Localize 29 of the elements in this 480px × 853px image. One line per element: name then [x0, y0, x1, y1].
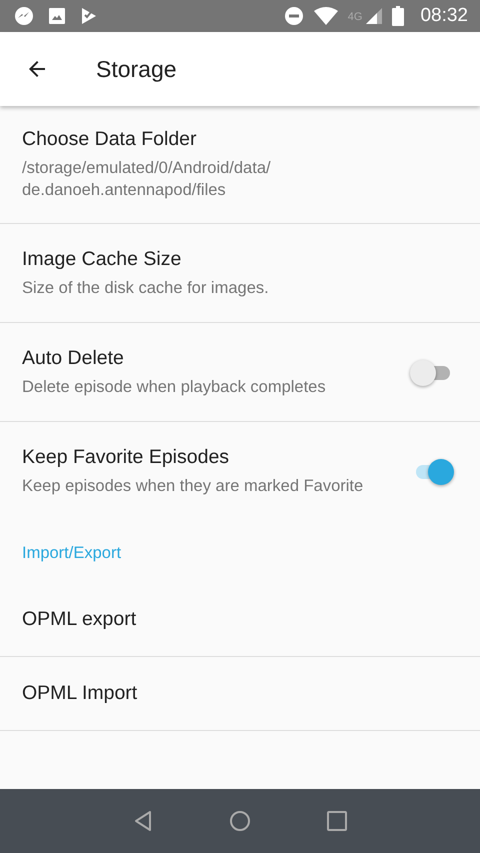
preference-item[interactable]: Image Cache Size Size of the disk cache for images.: [0, 224, 480, 323]
messenger-icon: [14, 6, 34, 26]
preference-title: Image Cache Size: [22, 248, 182, 270]
home-icon[interactable]: [228, 809, 252, 833]
preference-title: Keep Favorite Episodes: [22, 446, 230, 468]
preference-title: Choose Data Folder: [22, 128, 198, 151]
do-not-disturb-icon: [284, 6, 304, 26]
preference-summary: /storage/emulated/0/Android/data/ de.danoeh.antennapod/files: [22, 158, 272, 201]
preference-summary: Delete episode when playback completes: [22, 376, 327, 398]
preference-item[interactable]: OPML Import: [0, 657, 480, 731]
preference-item[interactable]: Choose Data Folder /storage/emulated/0/Android/data/ de.danoeh.antennapod/files: [0, 106, 480, 224]
category-header: Import/Export: [21, 543, 122, 564]
preference-title: OPML Import: [22, 682, 138, 705]
screen-title: Storage: [96, 56, 177, 82]
back-icon[interactable]: [132, 809, 154, 833]
battery-icon: [392, 6, 404, 26]
preference-title: OPML export: [22, 608, 138, 631]
recents-icon[interactable]: [326, 810, 348, 832]
preference-item[interactable]: Keep Favorite Episodes Keep episodes when they are marked Favorite: [0, 422, 480, 520]
preference-item[interactable]: Auto Delete Delete episode when playback completes: [0, 323, 480, 422]
wifi-icon: [314, 7, 338, 25]
preference-title: Auto Delete: [22, 346, 125, 370]
preference-summary: Size of the disk cache for images.: [22, 278, 270, 298]
checklist-icon: [80, 6, 98, 26]
signal-icon: [366, 8, 382, 24]
clock: 08:32: [420, 5, 468, 27]
preference-item[interactable]: OPML export: [0, 583, 480, 657]
image-icon: [48, 7, 66, 25]
preference-summary: Keep episodes when they are marked Favorite: [22, 476, 364, 496]
